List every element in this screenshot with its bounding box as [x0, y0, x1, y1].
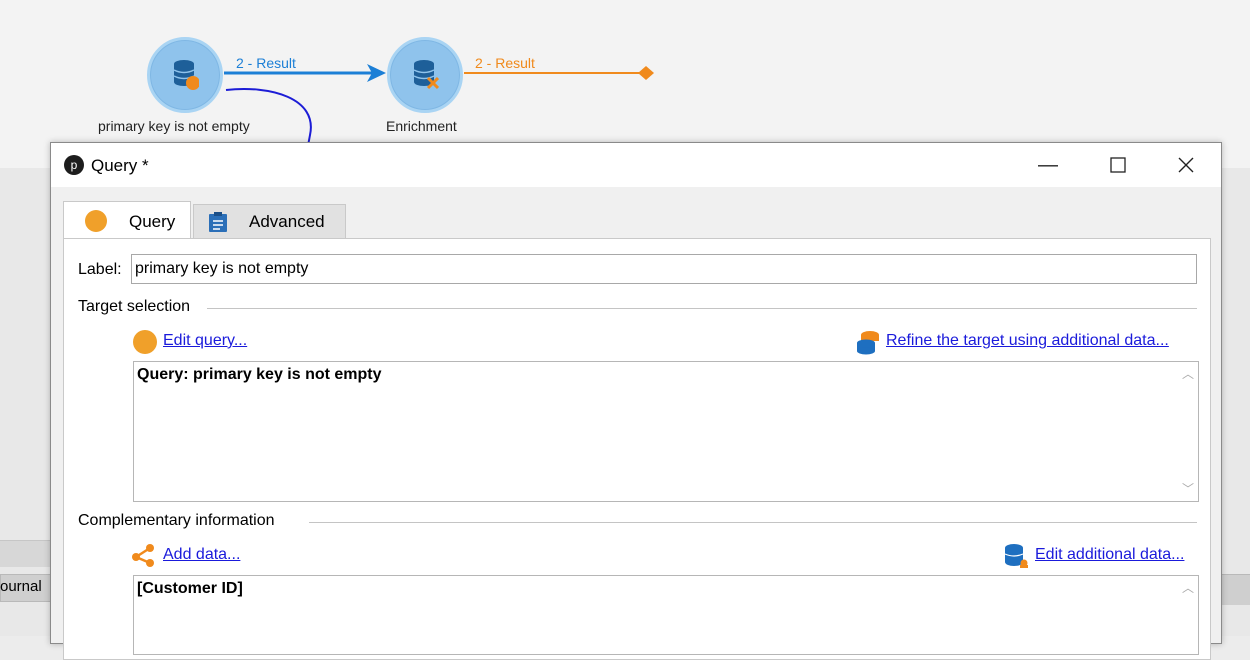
- transition-label-2[interactable]: 2 - Result: [475, 55, 535, 71]
- tab-advanced[interactable]: Advanced: [193, 204, 346, 239]
- enrichment-node-label: Enrichment: [386, 118, 457, 134]
- complementary-info-box[interactable]: [Customer ID] ︿: [133, 575, 1199, 655]
- edit-additional-data-link[interactable]: Edit additional data...: [1035, 546, 1184, 564]
- journal-tab-label: ournal: [0, 578, 42, 595]
- enrichment-node[interactable]: [387, 37, 463, 113]
- complementary-info-scrollbar[interactable]: ︿: [1178, 576, 1198, 654]
- edit-query-icon[interactable]: [133, 330, 157, 354]
- query-summary-text: Query: primary key is not empty: [137, 366, 382, 383]
- database-query-icon: [173, 60, 199, 90]
- minimize-button[interactable]: —: [1013, 143, 1083, 187]
- label-input[interactable]: [131, 254, 1197, 284]
- section-divider: [309, 522, 1197, 523]
- scroll-up-icon[interactable]: ︿: [1182, 368, 1194, 380]
- refine-target-link[interactable]: Refine the target using additional data.…: [886, 332, 1169, 350]
- query-summary-box[interactable]: Query: primary key is not empty ︿ ﹀: [133, 361, 1199, 502]
- complementary-info-text: [Customer ID]: [137, 580, 243, 597]
- background-panel-edge: [1220, 574, 1250, 605]
- edit-query-link[interactable]: Edit query...: [163, 332, 247, 350]
- edit-additional-data-icon: [1004, 544, 1028, 568]
- dialog-title: Query *: [91, 156, 149, 175]
- tab-advanced-label: Advanced: [249, 212, 325, 231]
- clipboard-icon: [209, 212, 227, 232]
- transition-label-1[interactable]: 2 - Result: [236, 55, 296, 71]
- refine-target-icon: [857, 331, 879, 355]
- scroll-up-icon[interactable]: ︿: [1182, 582, 1194, 594]
- query-tab-icon: [85, 210, 107, 232]
- dialog-body: Query Advanced Label: Target selection E…: [51, 187, 1221, 660]
- dialog-titlebar[interactable]: p Query * —: [51, 143, 1221, 187]
- query-dialog: p Query * — Query Advanced Label: Target…: [50, 142, 1222, 660]
- label-caption: Label:: [78, 261, 122, 278]
- background-toolbar: [0, 540, 50, 567]
- complementary-heading: Complementary information: [78, 512, 275, 529]
- maximize-icon: [1110, 157, 1126, 173]
- database-enrichment-icon: [413, 60, 439, 90]
- tab-query[interactable]: Query: [63, 201, 191, 239]
- close-icon: [1178, 157, 1194, 173]
- scroll-down-icon[interactable]: ﹀: [1182, 483, 1194, 495]
- query-node-label: primary key is not empty: [98, 118, 250, 134]
- section-divider: [207, 308, 1197, 309]
- add-data-link[interactable]: Add data...: [163, 546, 240, 564]
- query-node[interactable]: [147, 37, 223, 113]
- add-data-share-icon[interactable]: [131, 543, 157, 567]
- tab-query-label: Query: [129, 212, 176, 231]
- target-selection-heading: Target selection: [78, 298, 191, 315]
- transition-end-diamond: [638, 66, 654, 80]
- maximize-button[interactable]: [1083, 143, 1153, 187]
- app-logo-icon: p: [64, 155, 84, 175]
- close-button[interactable]: [1151, 143, 1221, 187]
- query-summary-scrollbar[interactable]: ︿ ﹀: [1178, 362, 1198, 501]
